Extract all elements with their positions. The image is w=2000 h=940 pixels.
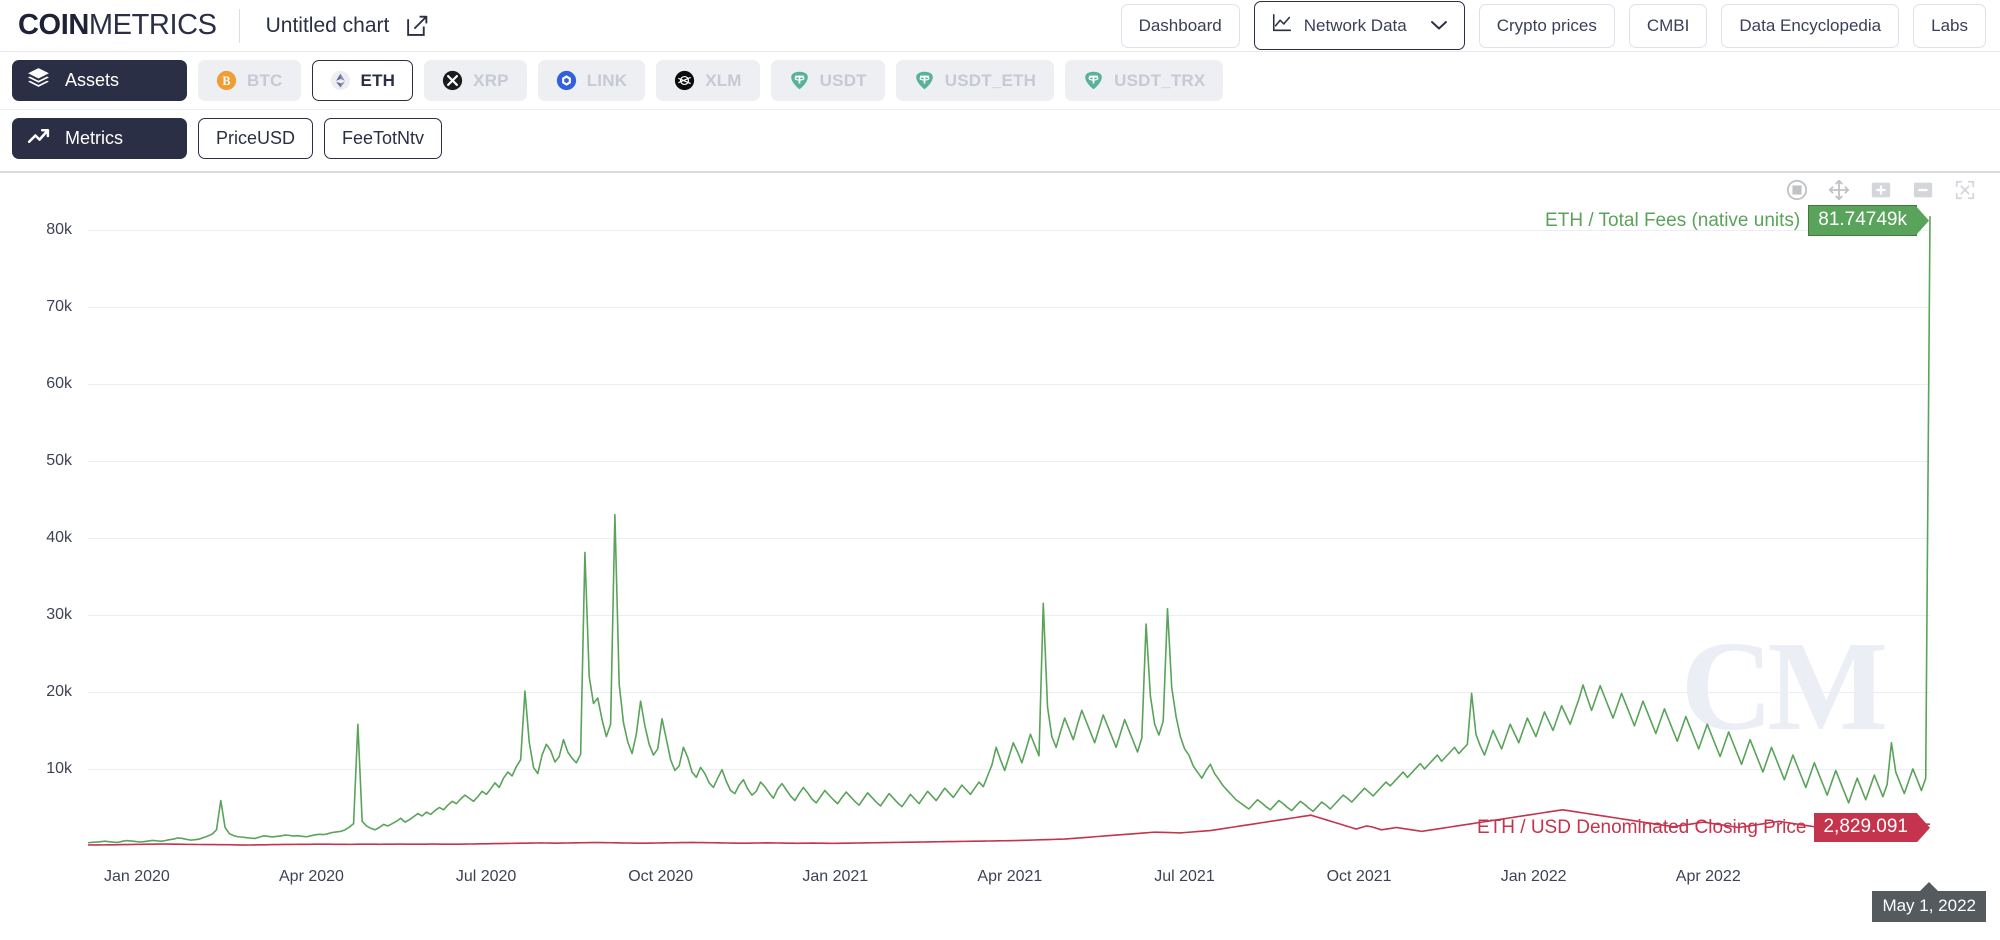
nav-network-data-dropdown[interactable]: Network Data [1254,1,1465,50]
asset-chip-usdt[interactable]: USDT [771,60,885,101]
fullscreen-icon[interactable] [1954,179,1976,201]
x-axis-tick-label: Apr 2021 [977,868,1042,886]
asset-label-btc: BTC [247,71,283,91]
x-axis-tick-label: Oct 2021 [1327,868,1392,886]
y-axis-tick-label: 30k [46,606,72,624]
asset-chip-usdt-eth[interactable]: USDT_ETH [896,60,1054,101]
tether-icon [914,70,935,91]
x-axis-tick-label: Apr 2022 [1676,868,1741,886]
nav-network-data-label: Network Data [1304,16,1407,36]
assets-category-label: Assets [65,70,119,91]
svg-text:B: B [222,74,230,88]
nav-dashboard-button[interactable]: Dashboard [1121,4,1240,48]
assets-category-button[interactable]: Assets [12,60,187,101]
x-axis-tick-label: Jul 2020 [456,868,517,886]
logo-light-text: METRICS [89,9,217,42]
asset-chip-xrp[interactable]: XRP [424,60,527,101]
asset-label-xrp: XRP [473,71,509,91]
y-axis-tick-label: 10k [46,760,72,778]
chart-title[interactable]: Untitled chart [266,14,390,38]
series-line-1 [88,810,1930,845]
chart-date-tooltip: May 1, 2022 [1872,891,1986,922]
assets-selector-row: Assets B BTC ETH [0,52,2000,110]
x-axis-tick-label: Jan 2020 [104,868,170,886]
coinmetrics-logo[interactable]: COINMETRICS [18,9,217,42]
chainlink-icon [556,70,577,91]
logo-bold-text: COIN [18,9,89,42]
bitcoin-icon: B [216,70,237,91]
metrics-category-label: Metrics [65,128,123,149]
stellar-icon [674,70,695,91]
asset-chip-xlm[interactable]: XLM [656,60,759,101]
ethereum-icon [330,70,351,91]
x-axis-tick-label: Jul 2021 [1154,868,1215,886]
nav-cmbi-button[interactable]: CMBI [1629,4,1708,48]
asset-chip-btc[interactable]: B BTC [198,60,301,101]
line-chart-icon [1271,12,1293,39]
asset-chip-eth[interactable]: ETH [312,60,414,101]
metric-chip-priceusd[interactable]: PriceUSD [198,118,313,159]
x-axis-tick-label: Apr 2020 [279,868,344,886]
x-axis-tick-label: Jan 2021 [802,868,868,886]
asset-label-eth: ETH [361,71,396,91]
asset-label-usdt-eth: USDT_ETH [945,71,1036,91]
tether-icon [789,70,810,91]
chart-plot-area[interactable]: CM 10k20k30k40k50k60k70k80k Jan 2020Apr … [88,191,1930,846]
trend-up-icon [26,124,51,154]
y-axis-tick-label: 40k [46,529,72,547]
asset-label-usdt-trx: USDT_TRX [1114,71,1205,91]
x-axis-tick-label: Oct 2020 [628,868,693,886]
metrics-selector-row: Metrics PriceUSD FeeTotNtv [0,110,2000,173]
chart-series-lines [88,191,1930,846]
series-line-0 [88,216,1930,843]
x-axis-tick-label: Jan 2022 [1501,868,1567,886]
nav-data-encyclopedia-button[interactable]: Data Encyclopedia [1721,4,1899,48]
asset-label-usdt: USDT [820,71,867,91]
metric-chip-feetotntv[interactable]: FeeTotNtv [324,118,442,159]
y-axis-tick-label: 80k [46,221,72,239]
asset-label-xlm: XLM [705,71,741,91]
asset-chip-link[interactable]: LINK [538,60,645,101]
asset-chip-usdt-trx[interactable]: USDT_TRX [1065,60,1223,101]
nav-crypto-prices-button[interactable]: Crypto prices [1479,4,1615,48]
top-navigation-bar: COINMETRICS Untitled chart Dashboard Net… [0,0,2000,52]
y-axis-tick-label: 50k [46,452,72,470]
edit-pencil-icon[interactable] [405,13,430,38]
metrics-category-button[interactable]: Metrics [12,118,187,159]
layers-icon [26,66,51,96]
tether-icon [1083,70,1104,91]
header-divider [239,9,240,43]
header-nav-buttons: Dashboard Network Data Crypto prices CMB… [1121,1,1986,50]
y-axis-tick-label: 70k [46,298,72,316]
asset-label-link: LINK [587,71,627,91]
chevron-down-icon [1430,16,1448,36]
nav-labs-button[interactable]: Labs [1913,4,1986,48]
chart-container: CM 10k20k30k40k50k60k70k80k Jan 2020Apr … [0,173,2000,938]
y-axis-tick-label: 60k [46,375,72,393]
xrp-icon [442,70,463,91]
y-axis-tick-label: 20k [46,683,72,701]
